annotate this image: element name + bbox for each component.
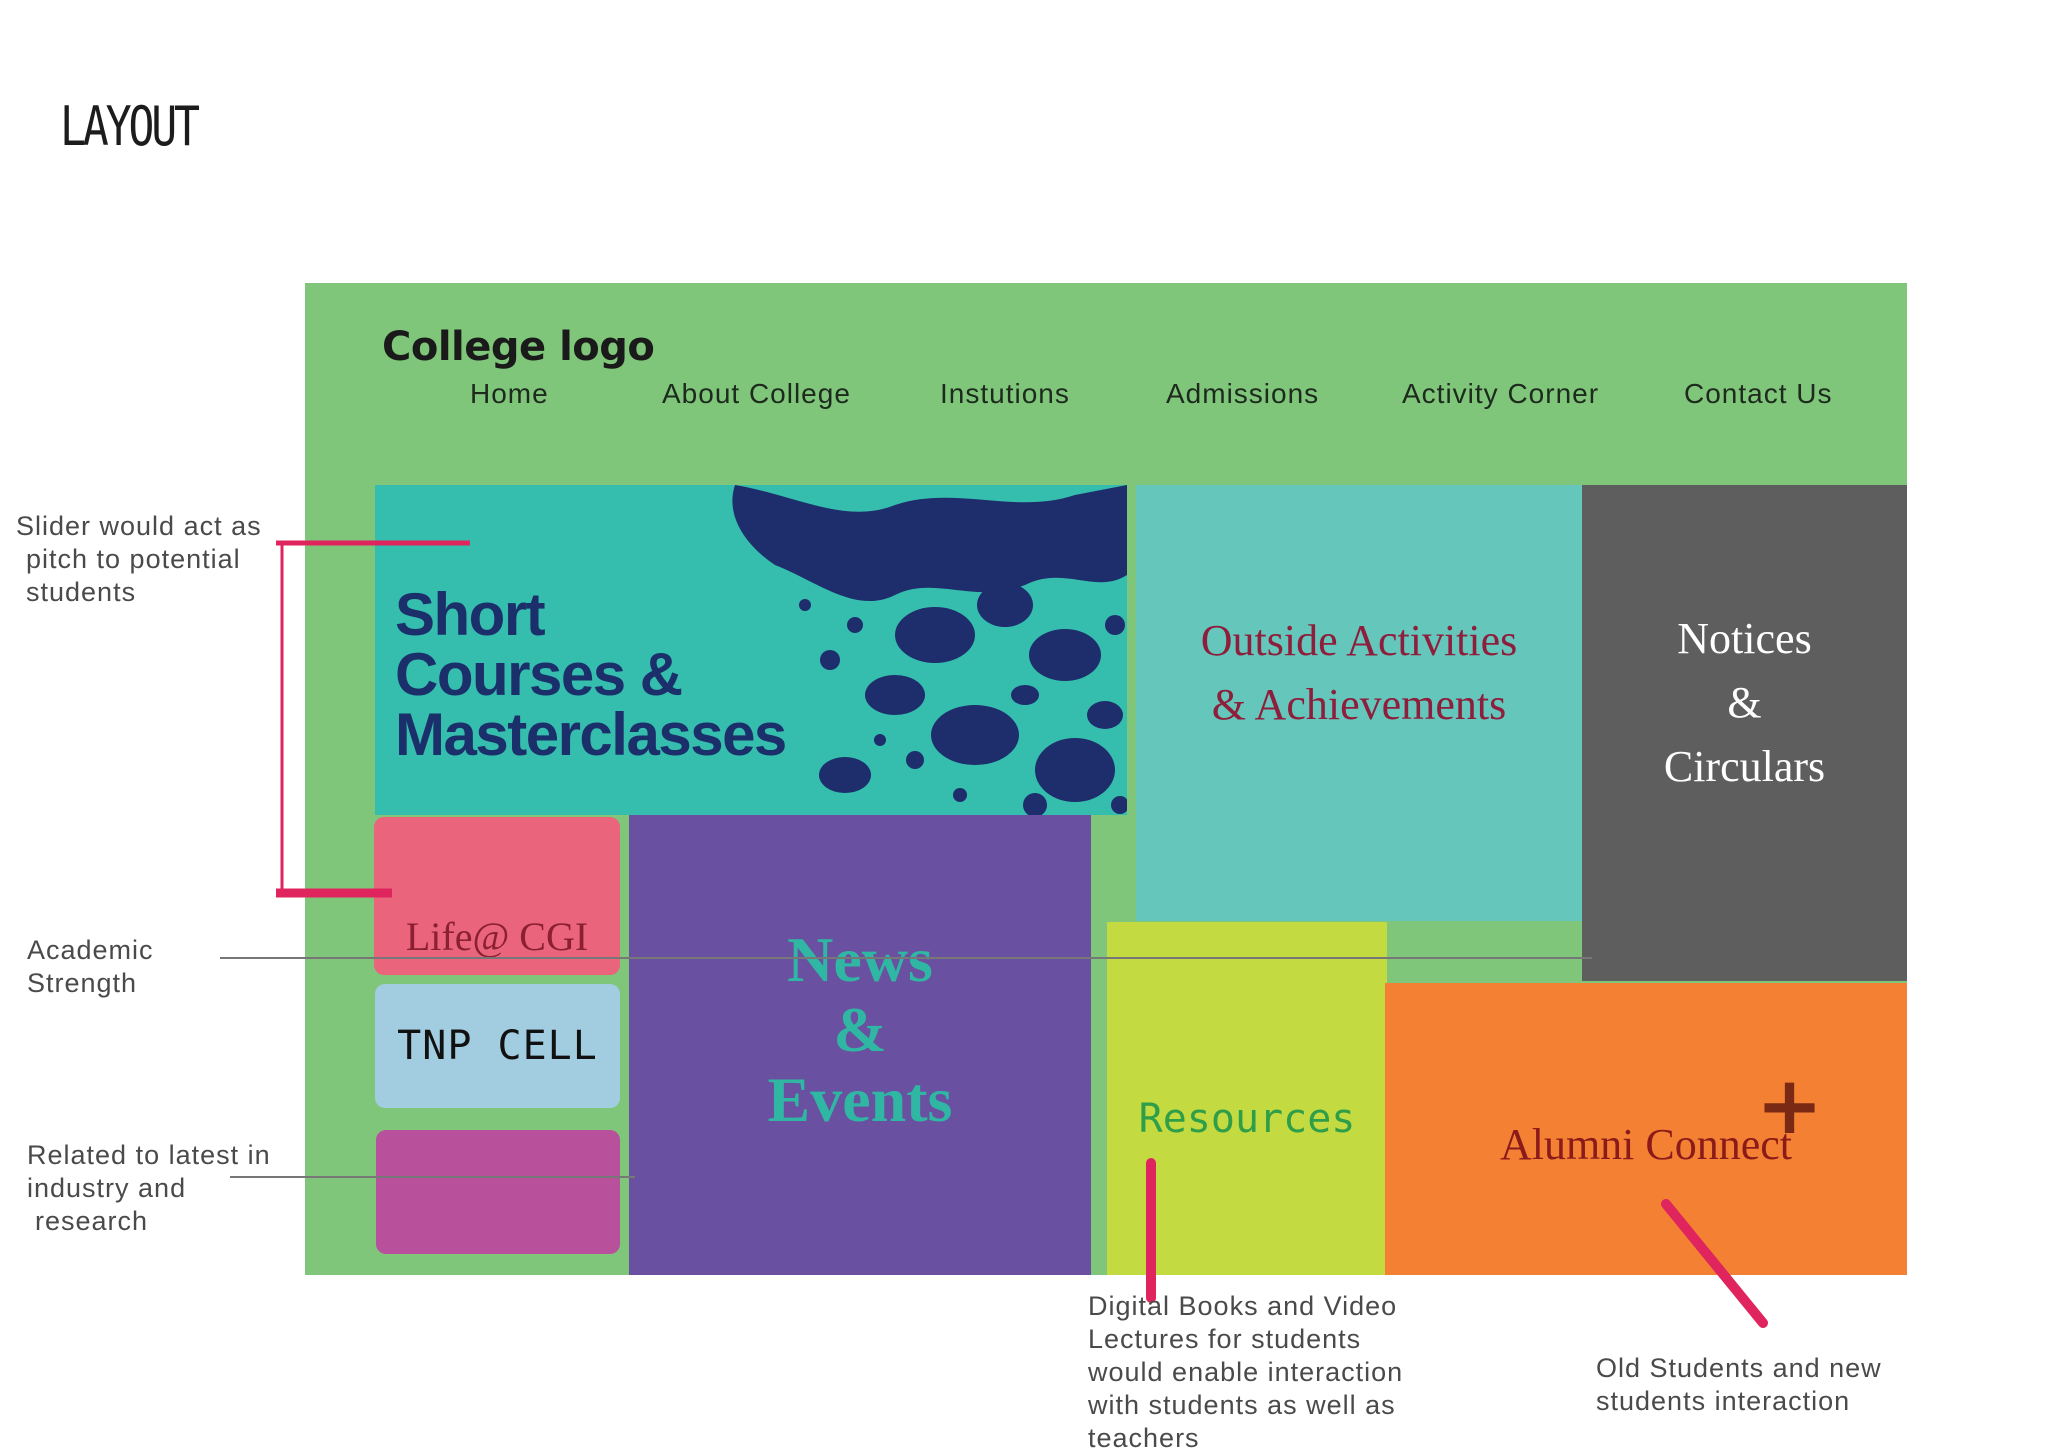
annotation-line: Old Students and new	[1596, 1353, 1882, 1383]
alumni-pointer-line	[1661, 1199, 1768, 1328]
annotation-line: research	[35, 1206, 149, 1236]
annotation-line: industry and	[27, 1173, 187, 1203]
annotation-line: Strength	[27, 968, 138, 998]
annotation-line: students interaction	[1596, 1386, 1851, 1416]
annotation-line: would enable interaction	[1088, 1357, 1404, 1387]
annotation-line: Lectures for students	[1088, 1324, 1362, 1354]
academic-annotation: Academic Strength	[27, 934, 154, 1000]
annotation-lines	[220, 540, 1768, 1328]
annotation-line: with students as well as	[1088, 1390, 1396, 1420]
annotation-line: Digital Books and Video	[1088, 1291, 1398, 1321]
annotation-line: Related to latest in	[27, 1140, 271, 1170]
slider-annotation: Slider would act as pitch to potential s…	[16, 510, 262, 609]
annotation-line: students	[26, 577, 137, 607]
digital-annotation: Digital Books and Video Lectures for stu…	[1088, 1290, 1403, 1455]
annotation-line: pitch to potential	[26, 544, 241, 574]
alumni-annotation: Old Students and new students interactio…	[1596, 1352, 1882, 1418]
annotation-line: Slider would act as	[16, 511, 262, 541]
annotation-line: Academic	[27, 935, 154, 965]
annotation-line: teachers	[1088, 1423, 1200, 1453]
industry-annotation: Related to latest in industry and resear…	[27, 1139, 271, 1238]
